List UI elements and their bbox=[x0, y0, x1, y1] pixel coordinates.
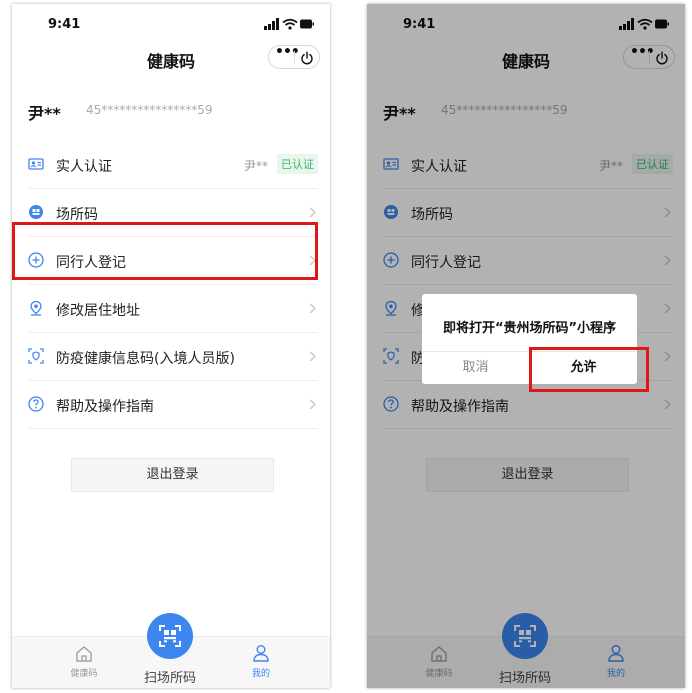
chevron-right-icon bbox=[309, 207, 316, 218]
user-icon[interactable] bbox=[252, 644, 270, 662]
shield-scan-icon bbox=[28, 348, 44, 364]
chevron-right-icon bbox=[309, 399, 316, 410]
venue-code-icon bbox=[29, 205, 43, 219]
tab-me[interactable]: 我的 bbox=[243, 666, 279, 679]
highlight-allow bbox=[529, 347, 649, 392]
scan-icon bbox=[159, 625, 181, 647]
user-info: 尹** 45****************59 bbox=[28, 100, 318, 123]
location-pin-icon bbox=[30, 300, 42, 316]
status-bar: 9:41 bbox=[12, 4, 330, 44]
power-icon[interactable] bbox=[300, 51, 314, 65]
home-icon[interactable] bbox=[75, 645, 93, 663]
menu-item-help[interactable]: 帮助及操作指南 bbox=[12, 381, 330, 429]
verified-badge: 已认证 bbox=[277, 154, 318, 174]
dialog-message: 即将打开“贵州场所码”小程序 bbox=[442, 321, 617, 336]
cancel-button[interactable]: 取消 bbox=[422, 351, 529, 384]
menu-item-realname[interactable]: 实人认证 尹** 已认证 bbox=[12, 141, 330, 189]
phone-screen-dialog: 9:41 健康码 ••• 尹** 45****************59 实人… bbox=[367, 4, 685, 688]
chevron-right-icon bbox=[309, 351, 316, 362]
menu-label: 帮助及操作指南 bbox=[56, 399, 154, 415]
question-circle-icon bbox=[28, 396, 44, 412]
verified-name: 尹** bbox=[243, 159, 268, 173]
menu-label: 防疫健康信息码(入境人员版) bbox=[56, 351, 235, 367]
logout-button[interactable]: 退出登录 bbox=[71, 458, 274, 492]
tab-health-code[interactable]: 健康码 bbox=[66, 666, 102, 679]
phone-screen-before: 9:41 健康码 ••• 尹** 45****************59 实人… bbox=[12, 4, 330, 688]
divider bbox=[28, 428, 318, 429]
highlight-companion bbox=[12, 222, 318, 280]
status-icons bbox=[264, 18, 314, 30]
more-icon[interactable]: ••• bbox=[275, 44, 300, 60]
menu-label: 实人认证 bbox=[56, 159, 112, 175]
menu-label: 场所码 bbox=[56, 207, 98, 223]
user-id-number: 45****************59 bbox=[86, 103, 213, 117]
battery-icon bbox=[300, 19, 314, 29]
user-name: 尹** bbox=[28, 104, 61, 123]
capsule-divider bbox=[294, 51, 295, 64]
menu-label: 修改居住地址 bbox=[56, 303, 140, 319]
scan-venue-button[interactable] bbox=[147, 613, 193, 659]
wifi-icon bbox=[282, 18, 298, 30]
menu-item-entry-code[interactable]: 防疫健康信息码(入境人员版) bbox=[12, 333, 330, 381]
miniprogram-capsule: ••• bbox=[268, 44, 320, 69]
tab-scan-label[interactable]: 扫场所码 bbox=[132, 667, 208, 686]
chevron-right-icon bbox=[309, 303, 316, 314]
signal-icon bbox=[264, 18, 279, 30]
status-time: 9:41 bbox=[48, 17, 81, 32]
id-card-icon bbox=[28, 158, 44, 170]
menu-item-address[interactable]: 修改居住地址 bbox=[12, 285, 330, 333]
